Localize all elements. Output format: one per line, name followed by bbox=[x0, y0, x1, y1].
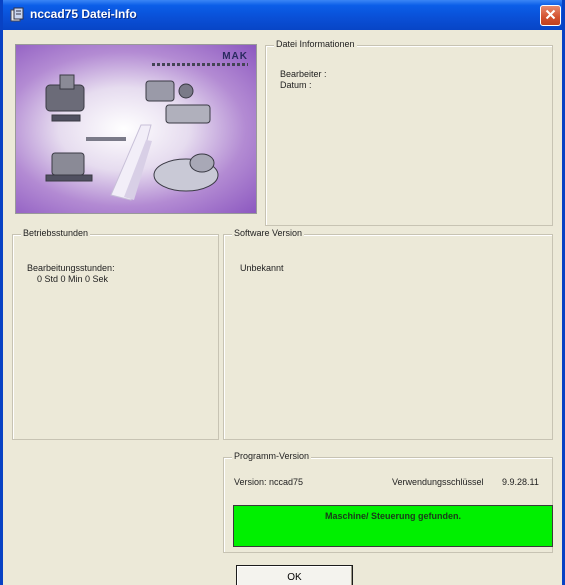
ok-button[interactable]: OK bbox=[236, 565, 353, 585]
machining-hours-label: Bearbeitungsstunden: bbox=[27, 263, 115, 273]
operating-hours-legend: Betriebsstunden bbox=[21, 228, 91, 238]
usage-key-label: Verwendungsschlüssel bbox=[392, 477, 484, 487]
software-version-group: Software Version Unbekannt bbox=[223, 228, 553, 440]
editor-label: Bearbeiter : bbox=[280, 69, 327, 79]
machining-hours-value: 0 Std 0 Min 0 Sek bbox=[37, 274, 109, 284]
file-info-group: Datei Informationen Bearbeiter : Datum : bbox=[265, 39, 553, 226]
software-version-legend: Software Version bbox=[232, 228, 305, 238]
machine-illustrations bbox=[45, 74, 219, 201]
close-button[interactable] bbox=[540, 5, 561, 26]
program-version-legend: Programm-Version bbox=[232, 451, 312, 461]
status-message: Maschine/ Steuerung gefunden. bbox=[324, 511, 461, 521]
file-info-dialog: nccad75 Datei-Info MAK Datei Information… bbox=[0, 0, 565, 585]
status-bar: Maschine/ Steuerung gefunden. bbox=[233, 505, 553, 547]
program-version-value: Version: nccad75 bbox=[234, 477, 304, 487]
window-title: nccad75 Datei-Info bbox=[30, 7, 137, 21]
machine-image: MAK bbox=[15, 44, 257, 214]
app-icon bbox=[9, 7, 25, 23]
date-label: Datum : bbox=[280, 80, 312, 90]
operating-hours-group: Betriebsstunden Bearbeitungsstunden: 0 S… bbox=[12, 228, 219, 440]
usage-key-value: 9.9.28.11 bbox=[502, 477, 539, 487]
file-info-legend: Datei Informationen bbox=[274, 39, 357, 49]
close-icon bbox=[545, 7, 556, 25]
software-version-value: Unbekannt bbox=[240, 263, 284, 273]
title-bar[interactable]: nccad75 Datei-Info bbox=[3, 0, 562, 30]
